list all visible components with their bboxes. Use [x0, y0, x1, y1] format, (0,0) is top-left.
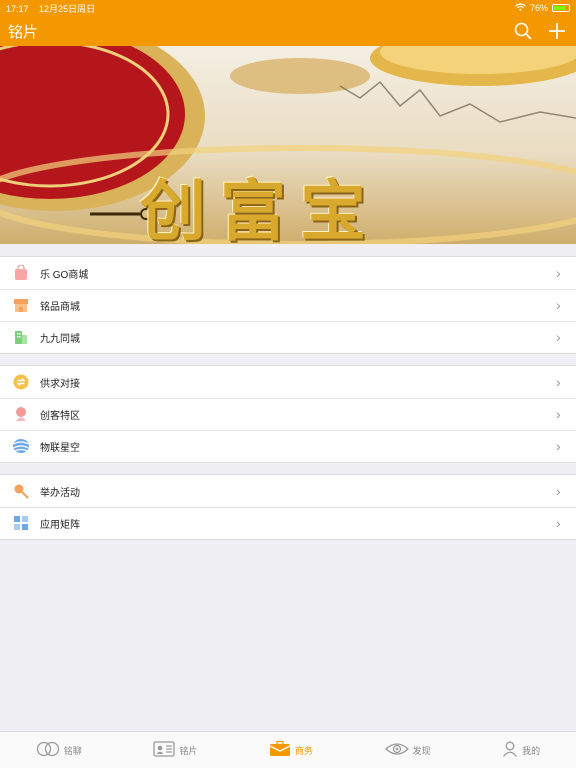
- menu-item-label: 创客特区: [40, 410, 80, 422]
- menu-item-label: 九九同城: [40, 333, 80, 345]
- building-icon: [12, 328, 30, 346]
- tab-label: 铭聊: [63, 745, 82, 756]
- search-icon[interactable]: [512, 20, 534, 42]
- tab-label: 我的: [522, 745, 541, 756]
- wifi-icon: [515, 3, 526, 13]
- tab-bar: 铭聊 铭片 商务 发现 我的: [0, 731, 576, 768]
- menu-item-label: 物联星空: [40, 442, 80, 454]
- chevron-right-icon: ›: [556, 374, 561, 390]
- grid-icon: [12, 514, 30, 532]
- menu-item-label: 供求对接: [40, 378, 80, 390]
- shopping-bag-icon: [12, 264, 30, 282]
- chevron-right-icon: ›: [556, 515, 561, 531]
- page-title: 铭片: [8, 23, 39, 41]
- wand-icon: [12, 482, 30, 500]
- battery-icon: [552, 4, 570, 12]
- menu-group-3: 举办活动 › 应用矩阵 ›: [0, 474, 576, 540]
- menu-group-1: 乐 GO商城 › 铭品商城 › 九九同城 ›: [0, 256, 576, 354]
- globe-icon: [12, 437, 30, 455]
- add-icon[interactable]: [546, 20, 568, 42]
- nav-bar: 铭片: [0, 16, 576, 46]
- chevron-right-icon: ›: [556, 297, 561, 313]
- card-icon: [153, 741, 176, 759]
- exchange-icon: [12, 373, 30, 391]
- chevron-right-icon: ›: [556, 265, 561, 281]
- menu-item-label: 应用矩阵: [40, 519, 80, 531]
- chevron-right-icon: ›: [556, 483, 561, 499]
- menu-group-2: 供求对接 › 创客特区 › 物联星空 ›: [0, 365, 576, 463]
- menu-item-maker-zone[interactable]: 创客特区 ›: [0, 398, 576, 430]
- menu-item-jiujiu-city[interactable]: 九九同城 ›: [0, 321, 576, 353]
- chevron-right-icon: ›: [556, 438, 561, 454]
- chevron-right-icon: ›: [556, 406, 561, 422]
- menu-item-label: 铭品商城: [40, 301, 80, 313]
- battery-percent: 76%: [529, 3, 548, 13]
- status-bar: 17:17 12月25日周日 76%: [0, 0, 576, 16]
- tab-me[interactable]: 我的: [502, 741, 540, 759]
- menu-item-supply-demand[interactable]: 供求对接 ›: [0, 366, 576, 398]
- tab-business[interactable]: 商务: [269, 740, 313, 759]
- tab-label: 发现: [412, 745, 431, 756]
- chevron-right-icon: ›: [556, 329, 561, 345]
- menu-item-app-matrix[interactable]: 应用矩阵 ›: [0, 507, 576, 539]
- menu-item-iot-sky[interactable]: 物联星空 ›: [0, 430, 576, 462]
- chat-icon: [36, 741, 60, 759]
- menu-item-label: 举办活动: [40, 487, 80, 499]
- store-icon: [12, 296, 30, 314]
- eye-icon: [384, 741, 409, 759]
- banner-headline: 创富宝: [140, 172, 380, 244]
- menu-item-mingpin-mall[interactable]: 铭品商城 ›: [0, 289, 576, 321]
- tab-card[interactable]: 铭片: [153, 741, 197, 759]
- tab-discover[interactable]: 发现: [384, 741, 431, 759]
- user-icon: [502, 741, 518, 759]
- person-icon: [12, 405, 30, 423]
- menu-item-lego-mall[interactable]: 乐 GO商城 ›: [0, 257, 576, 289]
- tab-chat[interactable]: 铭聊: [36, 741, 82, 759]
- menu-item-label: 乐 GO商城: [40, 269, 89, 281]
- status-time: 17:17: [6, 3, 29, 14]
- tab-label: 铭片: [179, 745, 198, 756]
- status-date: 12月25日周日: [39, 3, 96, 14]
- tab-label: 商务: [294, 745, 313, 756]
- promo-banner[interactable]: 创富宝: [0, 46, 576, 244]
- menu-item-host-event[interactable]: 举办活动 ›: [0, 475, 576, 507]
- briefcase-icon: [269, 740, 291, 759]
